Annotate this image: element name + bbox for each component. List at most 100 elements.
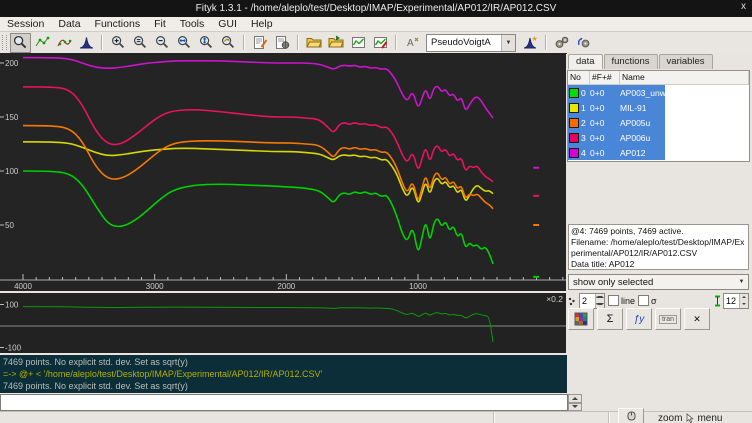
panel-buttons: Σ ƒy tran ✕: [568, 308, 710, 330]
background-mode-button[interactable]: [54, 33, 75, 53]
zoom-horizontal-button[interactable]: [174, 33, 195, 53]
transform-button[interactable]: tran: [655, 308, 681, 330]
delete-button[interactable]: ✕: [684, 308, 710, 330]
errorbar-size-value[interactable]: [724, 296, 739, 306]
dataset-name: MIL-91: [620, 103, 665, 113]
add-peak-mode-button[interactable]: [76, 33, 97, 53]
export-image-button[interactable]: [348, 33, 369, 53]
dataset-functions-count: 0+0: [590, 103, 620, 113]
color-palette-button[interactable]: [568, 308, 594, 330]
mouse-help-button[interactable]: [618, 408, 644, 423]
svg-text:2000: 2000: [277, 282, 295, 291]
dataset-row-ap005u[interactable]: 20+0AP005u: [568, 115, 665, 130]
color-palette-icon: [574, 312, 588, 326]
dataset-row-mil91[interactable]: 10+0MIL-91: [568, 100, 665, 115]
dataset-color-swatch[interactable]: [569, 148, 579, 158]
spin-down-icon[interactable]: [568, 403, 582, 412]
zoom-in-icon: [111, 35, 126, 50]
function-type-value: PseudoVoigtA: [431, 37, 491, 48]
main-plot-canvas: 400030002000100020015010050: [0, 53, 566, 291]
load-data-custom-button[interactable]: [326, 33, 347, 53]
combo-arrow-icon: ▼: [735, 275, 748, 289]
dataset-list[interactable]: No#F+#Name 00+0AP003_unwa...10+0MIL-9120…: [567, 70, 750, 162]
console-line: 7469 points. No explicit std. dev. Set a…: [0, 380, 574, 392]
dataset-row-ap003unwa[interactable]: 00+0AP003_unwa...: [568, 85, 665, 100]
output-console[interactable]: 7469 points. No explicit std. dev. Set a…: [0, 355, 574, 393]
close-button[interactable]: x: [741, 1, 746, 12]
dataset-color-swatch[interactable]: [569, 118, 579, 128]
command-history-spinner[interactable]: [568, 394, 582, 411]
dataset-color-swatch[interactable]: [569, 133, 579, 143]
load-data-button[interactable]: [304, 33, 325, 53]
spin-down-icon[interactable]: [739, 301, 748, 308]
data-range-mode-button[interactable]: [32, 33, 53, 53]
zoom-mode-button[interactable]: [10, 33, 31, 53]
auto-add-button[interactable]: A: [402, 33, 423, 53]
dataset-row-no: 0: [568, 88, 590, 98]
toolbar-drag-handle[interactable]: [2, 35, 7, 50]
line-checkbox[interactable]: line: [608, 295, 635, 306]
aux-plot[interactable]: 100-100 ×0.2: [0, 293, 566, 353]
zoom-out-button[interactable]: [152, 33, 173, 53]
execute-script-button[interactable]: [272, 33, 293, 53]
menu-bar: SessionDataFunctionsFitToolsGUIHelp: [0, 17, 752, 32]
show-filter-select[interactable]: show only selected ▼: [568, 274, 749, 290]
info-title: Data title: AP012: [571, 259, 746, 270]
sum-button[interactable]: Σ: [597, 308, 623, 330]
dataset-functions-count: 0+0: [590, 148, 620, 158]
menu-item-data[interactable]: Data: [51, 17, 87, 31]
svg-text:100: 100: [5, 301, 19, 310]
dataset-color-swatch[interactable]: [569, 103, 579, 113]
tab-functions[interactable]: functions: [604, 54, 658, 69]
toolbar-separator: [395, 35, 397, 50]
command-input[interactable]: [0, 394, 568, 411]
script-editor-button[interactable]: [250, 33, 271, 53]
dataset-color-swatch[interactable]: [569, 88, 579, 98]
function-type-select[interactable]: PseudoVoigtA ▼: [426, 34, 516, 52]
svg-text:A: A: [407, 38, 414, 49]
dataset-number: 0: [581, 88, 586, 98]
zoom-previous-button[interactable]: [218, 33, 239, 53]
add-function-button[interactable]: ★: [520, 33, 541, 53]
spin-down-icon[interactable]: [595, 301, 604, 308]
menu-item-gui[interactable]: GUI: [211, 17, 244, 31]
main-plot[interactable]: 400030002000100020015010050: [0, 53, 566, 291]
spin-up-icon[interactable]: [739, 294, 748, 301]
spin-up-icon[interactable]: [595, 294, 604, 301]
export-image-icon: [351, 35, 366, 50]
zoom-in-button[interactable]: [108, 33, 129, 53]
dataset-row-ap006u[interactable]: 30+0AP006u: [568, 130, 665, 145]
zoom-all-button[interactable]: [130, 33, 151, 53]
checkbox-icon[interactable]: [638, 295, 649, 306]
auto-add-icon: A: [405, 35, 420, 50]
column-header-name: Name: [620, 71, 749, 84]
y-function-button[interactable]: ƒy: [626, 308, 652, 330]
mouse-pointer-icon: [685, 413, 694, 423]
title-bar[interactable]: Fityk 1.3.1 - /home/aleplo/test/Desktop/…: [0, 0, 752, 17]
svg-text:50: 50: [5, 221, 14, 230]
dataset-name: AP012: [620, 148, 665, 158]
menu-item-session[interactable]: Session: [0, 17, 51, 31]
sigma-checkbox[interactable]: σ: [638, 295, 657, 306]
tab-data[interactable]: data: [568, 54, 603, 69]
fit-run-icon: [554, 35, 570, 50]
tab-variables[interactable]: variables: [659, 54, 713, 69]
point-size-value[interactable]: [580, 296, 595, 306]
zoom-vertical-button[interactable]: [196, 33, 217, 53]
menu-item-help[interactable]: Help: [244, 17, 280, 31]
checkbox-icon[interactable]: [608, 295, 619, 306]
spectrum-curve-ap006u: [23, 87, 493, 182]
menu-item-tools[interactable]: Tools: [173, 17, 212, 31]
toolbar-separator: [243, 35, 245, 50]
point-size-spinner[interactable]: [579, 293, 605, 309]
edit-plot-button[interactable]: [370, 33, 391, 53]
fit-undo-icon: [576, 35, 592, 50]
dataset-row-ap012[interactable]: 40+0AP012: [568, 145, 665, 160]
fit-undo-button[interactable]: [574, 33, 595, 53]
toolbar-separator: [545, 35, 547, 50]
fit-run-button[interactable]: [552, 33, 573, 53]
menu-item-functions[interactable]: Functions: [88, 17, 148, 31]
errorbar-size-spinner[interactable]: [723, 293, 749, 309]
spin-up-icon[interactable]: [568, 394, 582, 403]
menu-item-fit[interactable]: Fit: [147, 17, 173, 31]
